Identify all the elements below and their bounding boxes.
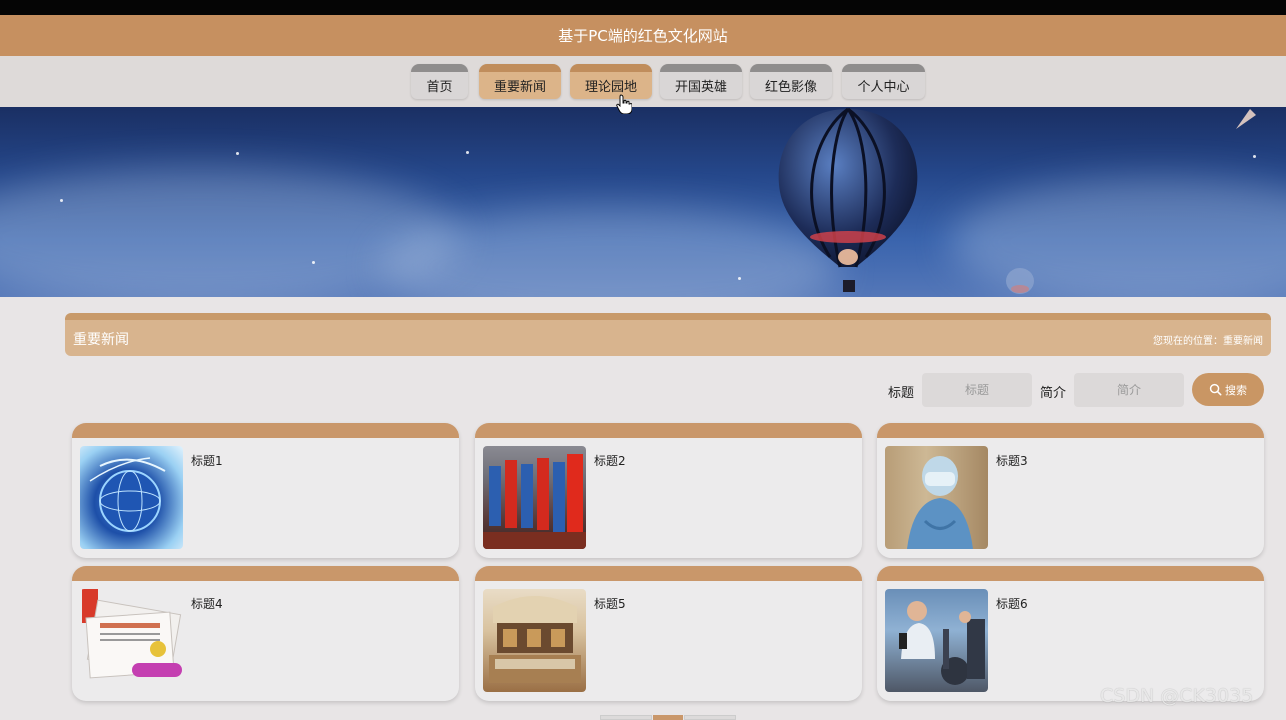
nav-label: 理论园地 [584, 80, 637, 95]
news-thumbnail [885, 446, 988, 549]
news-card-6[interactable]: 标题6 [877, 566, 1264, 701]
news-thumbnail [483, 446, 586, 549]
nav-label: 红色影像 [764, 80, 817, 95]
news-thumbnail [80, 446, 183, 549]
section-title: 重要新闻 [73, 332, 129, 348]
nav-label: 重要新闻 [493, 80, 546, 95]
search-intro-label: 简介 [1040, 386, 1067, 401]
search-title-label: 标题 [888, 386, 915, 401]
news-card-2[interactable]: 标题2 [475, 423, 862, 558]
nav-item-red-images[interactable]: 红色影像 [750, 64, 832, 99]
search-title-input[interactable] [922, 373, 1032, 407]
globe-icon [89, 457, 166, 532]
gym-cyclist-icon [899, 601, 985, 685]
search-button[interactable]: 搜索 [1192, 373, 1264, 406]
nav-item-theory[interactable]: 理论园地 [570, 64, 652, 99]
hand-cursor-icon [616, 94, 632, 114]
news-card-title: 标题5 [594, 597, 626, 611]
nav-item-news[interactable]: 重要新闻 [479, 64, 561, 99]
main-nav: 首页 重要新闻 理论园地 开国英雄 红色影像 个人中心 [0, 56, 1286, 107]
news-thumbnail [483, 589, 586, 692]
nav-item-personal-center[interactable]: 个人中心 [842, 64, 925, 99]
breadcrumb: 您现在的位置：重要新闻 [1153, 336, 1263, 347]
search-button-label: 搜索 [1225, 383, 1247, 397]
news-card-title: 标题3 [996, 454, 1028, 468]
hero-banner [0, 107, 1286, 297]
medical-worker-icon [907, 456, 973, 549]
site-title: 基于PC端的红色文化网站 [558, 27, 728, 45]
section-header: 重要新闻 您现在的位置：重要新闻 [65, 313, 1271, 356]
news-card-5[interactable]: 标题5 [475, 566, 862, 701]
search-icon [1209, 383, 1222, 396]
watermark: CSDN @CK3035 [1100, 685, 1254, 707]
news-card-title: 标题2 [594, 454, 626, 468]
nav-item-home[interactable]: 首页 [411, 64, 468, 99]
news-card-title: 标题4 [191, 597, 223, 611]
news-card-4[interactable]: 标题4 [72, 566, 459, 701]
hot-air-balloon-icon [778, 107, 918, 292]
news-thumbnail [80, 589, 183, 692]
newspaper-icon [82, 589, 182, 679]
page-prev-button[interactable] [600, 715, 652, 720]
search-intro-input[interactable] [1074, 373, 1184, 407]
window-top-bar [0, 0, 1286, 15]
page-current-button[interactable] [653, 715, 683, 720]
nav-item-heroes[interactable]: 开国英雄 [660, 64, 742, 99]
nav-label: 首页 [426, 80, 453, 95]
shop-interior-icon [489, 596, 581, 683]
news-card-title: 标题1 [191, 454, 223, 468]
pagination [600, 715, 737, 720]
nav-label: 开国英雄 [674, 80, 727, 95]
small-balloon-icon [1006, 268, 1034, 294]
nav-label: 个人中心 [857, 80, 910, 95]
page-next-button[interactable] [684, 715, 736, 720]
news-card-title: 标题6 [996, 597, 1028, 611]
news-card-3[interactable]: 标题3 [877, 423, 1264, 558]
kite-icon [1236, 109, 1256, 129]
news-card-1[interactable]: 标题1 [72, 423, 459, 558]
flags-icon [483, 454, 586, 549]
news-thumbnail [885, 589, 988, 692]
site-header: 基于PC端的红色文化网站 [0, 15, 1286, 56]
